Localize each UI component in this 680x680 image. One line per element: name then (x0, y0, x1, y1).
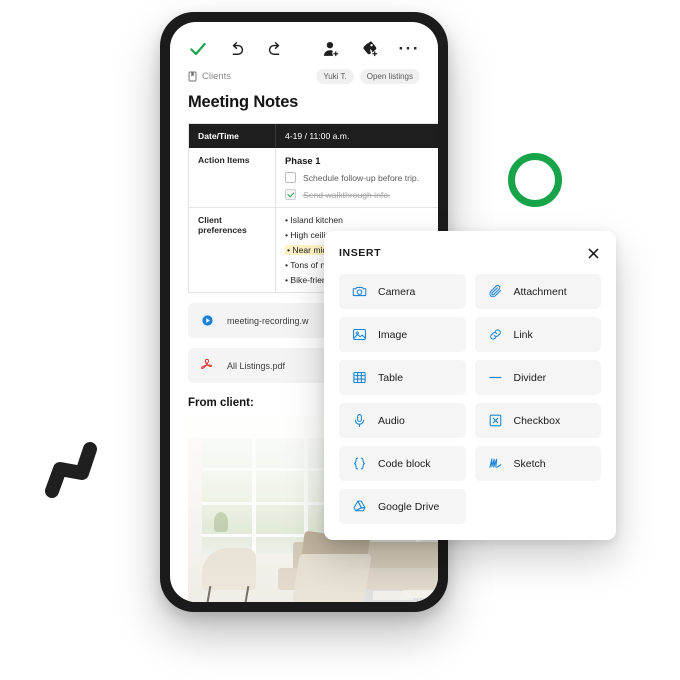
close-icon[interactable] (585, 245, 601, 261)
task-label: Schedule follow-up before trip. (303, 172, 420, 183)
insert-option-checkbox[interactable]: Checkbox (474, 403, 601, 438)
checkbox-icon (489, 414, 501, 427)
insert-option-label: Divider (513, 371, 547, 384)
table-icon (353, 371, 366, 384)
app-toolbar: ··· (170, 22, 438, 62)
chip-tag[interactable]: Open listings (359, 69, 420, 84)
insert-option-label: Code block (378, 457, 431, 470)
insert-panel-header: INSERT (339, 245, 601, 261)
notebook-icon (188, 71, 197, 82)
insert-option-label: Google Drive (378, 500, 440, 513)
add-label-icon[interactable] (360, 38, 381, 60)
stage: ··· Clients Yuki T. Open listings Meetin… (0, 0, 680, 680)
insert-option-label: Link (513, 328, 533, 341)
camera-icon (352, 286, 367, 297)
add-person-icon[interactable] (322, 38, 343, 60)
table-row-key: Date/Time (189, 124, 276, 148)
insert-option-attachment[interactable]: Attachment (474, 274, 601, 309)
insert-options-grid: Camera Attachment Image Link Table Divid… (339, 274, 601, 524)
table-row-key: Action Items (189, 148, 276, 207)
video-play-icon (200, 313, 215, 328)
insert-option-label: Audio (378, 414, 405, 427)
insert-option-label: Checkbox (513, 414, 561, 427)
decorative-ring (508, 153, 562, 207)
checkbox-unchecked-icon[interactable] (285, 172, 296, 183)
table-row-value: 4-19 / 11:00 a.m. (285, 131, 350, 141)
insert-option-label: Attachment (513, 285, 567, 298)
task-label: Send walkthrough info. (303, 189, 391, 200)
phase-heading: Phase 1 (285, 155, 321, 166)
breadcrumb-label: Clients (202, 71, 232, 82)
google-drive-icon (353, 500, 366, 512)
insert-option-camera[interactable]: Camera (339, 274, 466, 309)
link-icon (489, 329, 501, 340)
insert-option-audio[interactable]: Audio (339, 403, 466, 438)
more-options-icon[interactable]: ··· (399, 38, 420, 60)
checkbox-checked-icon[interactable] (285, 189, 296, 200)
attachment-label: All Listings.pdf (227, 360, 286, 371)
image-icon (353, 328, 366, 341)
check-icon[interactable] (188, 38, 209, 60)
chip-group: Yuki T. Open listings (316, 69, 420, 84)
insert-option-code-block[interactable]: Code block (339, 446, 466, 481)
table-row: Date/Time 4-19 / 11:00 a.m. (189, 124, 438, 148)
redo-icon[interactable] (265, 38, 286, 60)
undo-icon[interactable] (227, 38, 248, 60)
code-block-icon (353, 457, 366, 470)
sketch-icon (488, 458, 501, 468)
task-item[interactable]: Send walkthrough info. (285, 189, 433, 200)
breadcrumb-row: Clients Yuki T. Open listings (170, 62, 438, 84)
insert-option-divider[interactable]: Divider (474, 360, 601, 395)
insert-option-label: Table (378, 371, 404, 384)
insert-panel: INSERT Camera Attachment Image Link Tabl… (324, 231, 616, 540)
list-item: • Island kitchen (285, 215, 343, 225)
insert-option-table[interactable]: Table (339, 360, 466, 395)
divider-icon (489, 376, 501, 379)
chip-assignee[interactable]: Yuki T. (316, 69, 354, 84)
breadcrumb[interactable]: Clients (188, 71, 231, 82)
insert-option-label: Image (378, 328, 408, 341)
insert-option-label: Camera (378, 285, 416, 298)
decorative-zigzag (45, 442, 97, 498)
table-row-value: Phase 1 Schedule follow-up before trip. … (276, 148, 438, 207)
microphone-icon (354, 414, 365, 427)
table-row: Action Items Phase 1 Schedule follow-up … (189, 148, 438, 208)
attachment-label: meeting-recording.w (227, 315, 309, 326)
insert-panel-title: INSERT (339, 247, 382, 259)
insert-option-sketch[interactable]: Sketch (474, 446, 601, 481)
paperclip-icon (488, 284, 501, 298)
task-item[interactable]: Schedule follow-up before trip. (285, 172, 433, 183)
pdf-icon (201, 358, 212, 369)
insert-option-google-drive[interactable]: Google Drive (339, 489, 466, 524)
table-row-key: Client preferences (189, 208, 276, 292)
insert-option-label: Sketch (513, 457, 546, 470)
insert-option-link[interactable]: Link (474, 317, 601, 352)
page-title: Meeting Notes (188, 93, 299, 111)
insert-grid-empty-cell (475, 489, 602, 524)
insert-option-image[interactable]: Image (339, 317, 466, 352)
